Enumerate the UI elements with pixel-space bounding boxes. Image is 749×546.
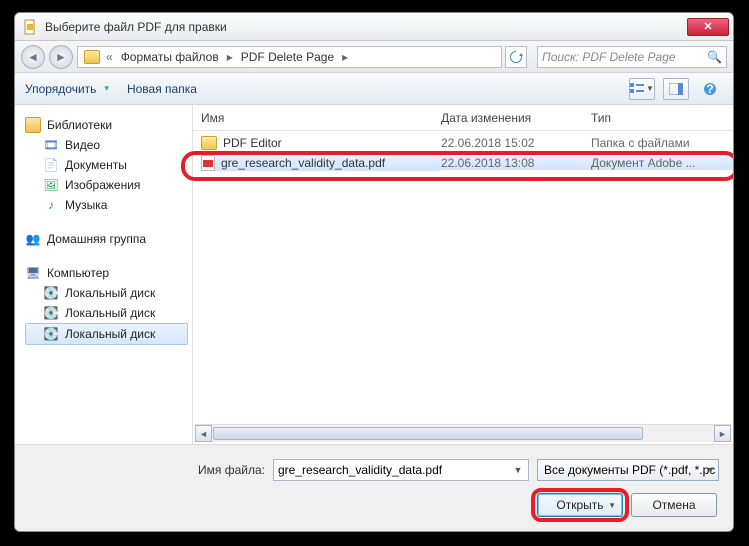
file-open-dialog: Выберите файл PDF для правки ✕ ◄ ► « Фор… [14,12,734,532]
libraries-icon [25,117,41,133]
view-options-button[interactable]: ▼ [629,78,655,100]
new-folder-button[interactable]: Новая папка [127,82,197,96]
sidebar-item-music[interactable]: ♪Музыка [25,195,188,215]
search-input[interactable]: Поиск: PDF Delete Page 🔍 [537,46,727,68]
column-date[interactable]: Дата изменения [441,111,591,125]
refresh-icon [509,50,523,64]
preview-pane-button[interactable] [663,78,689,100]
sidebar-homegroup[interactable]: 👥Домашняя группа [25,229,188,249]
scroll-left-button[interactable]: ◄ [195,425,212,442]
computer-icon: 🖥 [25,265,41,281]
open-button[interactable]: Открыть ▼ [537,493,623,517]
sidebar-item-disk-3[interactable]: 💽Локальный диск [25,323,188,345]
svg-text:?: ? [706,82,713,96]
chevron-right-icon: ▸ [225,50,235,64]
breadcrumb-seg-1[interactable]: Форматы файлов [115,47,225,67]
scroll-right-button[interactable]: ► [714,425,731,442]
nav-sidebar: Библиотеки 🎞Видео 📄Документы 🖼Изображени… [15,105,193,444]
filetype-filter[interactable]: Все документы PDF (*.pdf, *.pс ▼ [537,459,719,481]
horizontal-scrollbar[interactable]: ◄ ► [195,424,731,442]
sidebar-item-images[interactable]: 🖼Изображения [25,175,188,195]
column-type[interactable]: Тип [591,111,733,125]
chevron-right-icon: ▸ [340,50,350,64]
file-row-folder[interactable]: PDF Editor 22.06.2018 15:02 Папка с файл… [193,133,733,153]
organize-menu[interactable]: Упорядочить [25,82,109,96]
cancel-button[interactable]: Отмена [631,493,717,517]
column-headers: Имя Дата изменения Тип [193,105,733,131]
sidebar-computer[interactable]: 🖥Компьютер [25,263,188,283]
filename-input[interactable]: gre_research_validity_data.pdf ▼ [273,459,529,481]
chevron-right-icon: « [104,50,115,64]
file-row-pdf[interactable]: gre_research_validity_data.pdf 22.06.201… [193,153,733,173]
pane-icon [669,83,683,95]
help-icon: ? [703,82,717,96]
images-icon: 🖼 [43,177,59,193]
column-name[interactable]: Имя [201,111,441,125]
forward-button[interactable]: ► [49,45,73,69]
chevron-down-icon: ▼ [706,465,715,475]
refresh-button[interactable] [505,46,527,68]
app-icon [23,19,39,35]
search-placeholder: Поиск: PDF Delete Page [542,50,676,64]
dialog-body: Библиотеки 🎞Видео 📄Документы 🖼Изображени… [15,105,733,444]
video-icon: 🎞 [43,137,59,153]
toolbar: Упорядочить Новая папка ▼ ? [15,73,733,105]
dialog-title: Выберите файл PDF для правки [45,20,687,34]
breadcrumb-seg-2[interactable]: PDF Delete Page [235,47,340,67]
nav-bar: ◄ ► « Форматы файлов ▸ PDF Delete Page ▸… [15,41,733,73]
chevron-down-icon[interactable]: ▼ [510,462,526,478]
view-icon [630,83,644,95]
sidebar-item-disk-2[interactable]: 💽Локальный диск [25,303,188,323]
folder-icon [201,136,217,150]
pdf-icon [201,155,215,171]
dialog-footer: Имя файла: gre_research_validity_data.pd… [15,444,733,531]
help-button[interactable]: ? [697,78,723,100]
titlebar: Выберите файл PDF для правки ✕ [15,13,733,41]
music-icon: ♪ [43,197,59,213]
homegroup-icon: 👥 [25,231,41,247]
back-button[interactable]: ◄ [21,45,45,69]
folder-icon [84,50,100,64]
disk-icon: 💽 [43,285,59,301]
disk-icon: 💽 [43,305,59,321]
filename-label: Имя файла: [29,463,265,477]
sidebar-item-video[interactable]: 🎞Видео [25,135,188,155]
sidebar-libraries[interactable]: Библиотеки [25,115,188,135]
file-list-area: Имя Дата изменения Тип PDF Editor 22.06.… [193,105,733,444]
documents-icon: 📄 [43,157,59,173]
sidebar-item-disk-1[interactable]: 💽Локальный диск [25,283,188,303]
search-icon: 🔍 [707,50,722,64]
file-list[interactable]: PDF Editor 22.06.2018 15:02 Папка с файл… [193,131,733,424]
sidebar-item-documents[interactable]: 📄Документы [25,155,188,175]
breadcrumb[interactable]: « Форматы файлов ▸ PDF Delete Page ▸ [77,46,502,68]
scroll-thumb[interactable] [213,427,643,440]
close-button[interactable]: ✕ [687,18,729,36]
disk-icon: 💽 [43,326,59,342]
